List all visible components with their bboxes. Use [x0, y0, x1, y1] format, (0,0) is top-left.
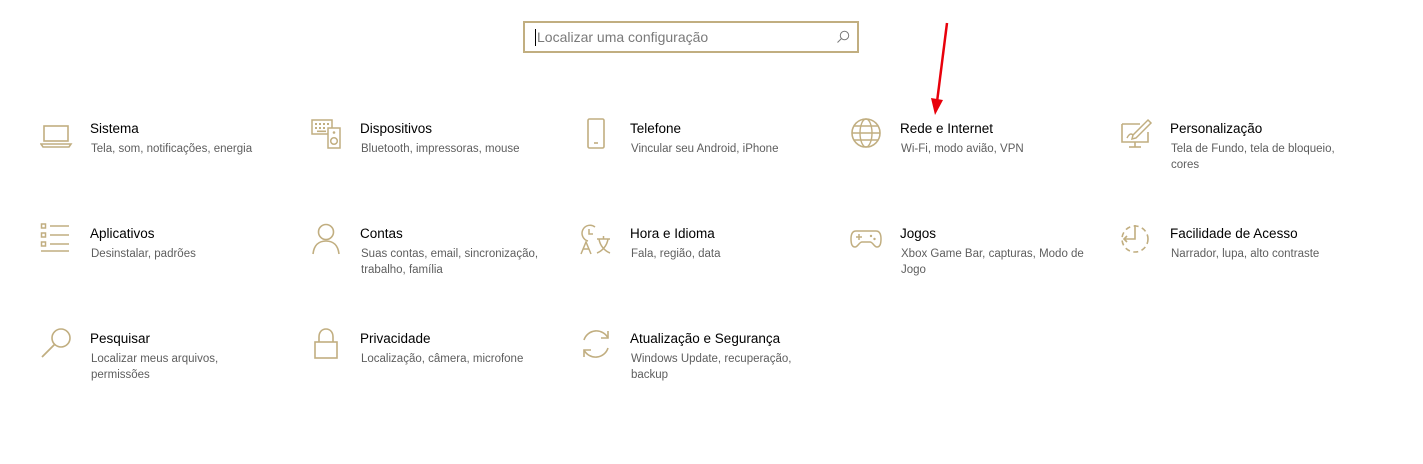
tile-description: Wi-Fi, modo avião, VPN: [901, 143, 1024, 155]
laptop-icon: [40, 120, 74, 154]
tile-title: Facilidade de Acesso: [1170, 226, 1298, 241]
paint-monitor-icon: [1120, 118, 1154, 152]
gamepad-icon: [850, 223, 884, 257]
tile-title: Contas: [360, 226, 403, 241]
annotation-arrow-icon: [931, 22, 949, 115]
tile-atualizacao-e-seguranca[interactable]: Atualização e Segurança Windows Update, …: [580, 328, 830, 408]
tile-title: Jogos: [900, 226, 937, 241]
tile-title: Hora e Idioma: [630, 226, 715, 241]
tile-title: Pesquisar: [90, 331, 151, 346]
tile-description: Desinstalar, padrões: [91, 248, 196, 260]
tile-title: Sistema: [90, 121, 139, 136]
tile-description: Xbox Game Bar, capturas, Modo de Jogo: [901, 248, 1084, 276]
tile-description: Tela de Fundo, tela de bloqueio, cores: [1171, 143, 1335, 171]
lock-icon: [310, 328, 344, 362]
tile-title: Rede e Internet: [900, 121, 994, 136]
person-icon: [310, 223, 344, 257]
tile-jogos[interactable]: Jogos Xbox Game Bar, capturas, Modo de J…: [850, 223, 1100, 303]
time-language-icon: [580, 223, 614, 257]
tile-pesquisar[interactable]: Pesquisar Localizar meus arquivos, permi…: [40, 328, 290, 408]
tile-sistema[interactable]: Sistema Tela, som, notificações, energia: [40, 120, 290, 200]
tile-title: Personalização: [1170, 121, 1263, 136]
apps-list-icon: [40, 223, 74, 257]
tile-description: Narrador, lupa, alto contraste: [1171, 248, 1320, 260]
tile-title: Dispositivos: [360, 121, 433, 136]
tile-description: Vincular seu Android, iPhone: [631, 143, 779, 155]
update-sync-icon: [580, 328, 614, 362]
search-input[interactable]: [525, 24, 827, 50]
tile-description: Fala, região, data: [631, 248, 721, 260]
tile-facilidade-de-acesso[interactable]: Facilidade de Acesso Narrador, lupa, alt…: [1120, 223, 1370, 303]
tile-title: Telefone: [630, 121, 682, 136]
tile-description: Tela, som, notificações, energia: [91, 143, 253, 155]
tile-aplicativos[interactable]: Aplicativos Desinstalar, padrões: [40, 223, 290, 303]
tile-description: Windows Update, recuperação, backup: [631, 353, 792, 381]
tile-telefone[interactable]: Telefone Vincular seu Android, iPhone: [580, 118, 830, 198]
settings-home: Sistema Tela, som, notificações, energia…: [0, 0, 1423, 464]
tile-contas[interactable]: Contas Suas contas, email, sincronização…: [310, 223, 560, 303]
keyboard-speaker-icon: [310, 118, 344, 152]
text-caret: [535, 29, 536, 46]
tile-title: Privacidade: [360, 331, 431, 346]
tile-hora-e-idioma[interactable]: Hora e Idioma Fala, região, data: [580, 223, 830, 303]
phone-icon: [580, 118, 614, 152]
search-icon[interactable]: [835, 29, 851, 45]
tile-description: Localizar meus arquivos, permissões: [91, 353, 219, 381]
tile-description: Bluetooth, impressoras, mouse: [361, 143, 520, 155]
tile-description: Localização, câmera, microfone: [361, 353, 524, 365]
tile-rede-e-internet[interactable]: Rede e Internet Wi-Fi, modo avião, VPN: [850, 118, 1100, 198]
tile-title: Aplicativos: [90, 226, 155, 241]
tile-privacidade[interactable]: Privacidade Localização, câmera, microfo…: [310, 328, 560, 408]
search-box[interactable]: [523, 21, 859, 53]
globe-icon: [850, 118, 884, 152]
tile-personalizacao[interactable]: Personalização Tela de Fundo, tela de bl…: [1120, 118, 1370, 198]
tile-dispositivos[interactable]: Dispositivos Bluetooth, impressoras, mou…: [310, 118, 560, 198]
tile-description: Suas contas, email, sincronização, traba…: [361, 248, 539, 276]
magnifier-icon: [40, 328, 74, 362]
tile-title: Atualização e Segurança: [630, 331, 781, 346]
ease-of-access-icon: [1120, 223, 1154, 257]
